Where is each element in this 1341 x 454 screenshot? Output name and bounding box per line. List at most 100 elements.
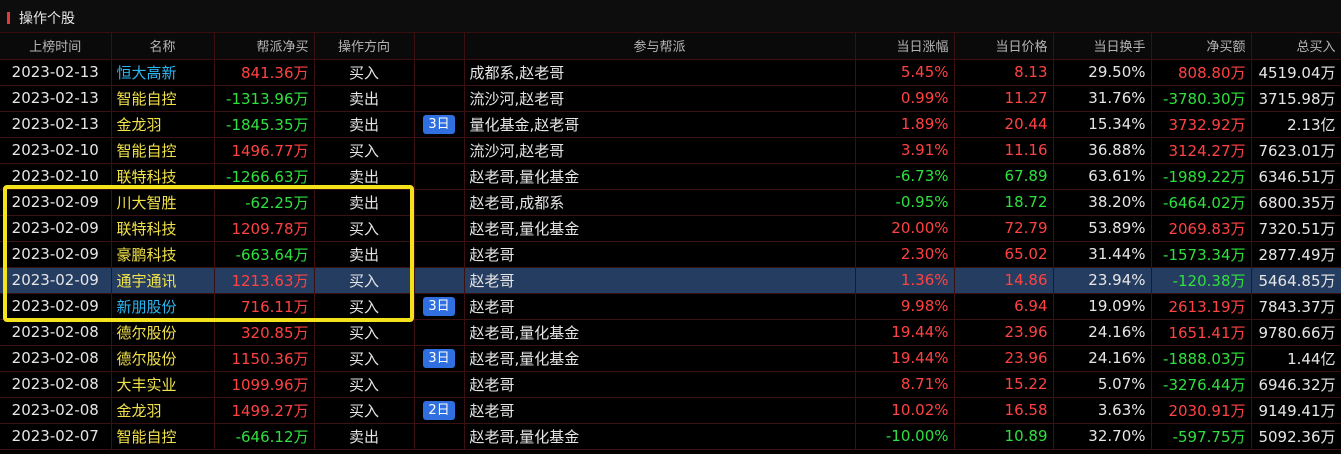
cell-net-buy: -1573.34万	[1151, 241, 1252, 268]
cell-stock-name[interactable]: 联特科技	[111, 215, 215, 242]
panel-title: 操作个股	[19, 11, 75, 27]
cell-stock-name[interactable]: 德尔股份	[111, 319, 215, 346]
cell-date: 2023-02-09	[0, 267, 112, 294]
cell-total-buy: 6946.32万	[1251, 371, 1341, 398]
table-row[interactable]: 2023-02-08 德尔股份 320.85万 买入 赵老哥,量化基金 19.44% 23.…	[0, 319, 1341, 346]
table-row[interactable]: 2023-02-09 通宇通讯 1213.63万 买入 赵老哥 1.36% 14.86 23.…	[0, 267, 1341, 294]
cell-badge	[414, 267, 465, 294]
cell-date: 2023-02-08	[0, 371, 112, 398]
cell-change: 5.45%	[855, 59, 955, 86]
cell-change: 0.99%	[855, 85, 955, 112]
table-row[interactable]: 2023-02-08 德尔股份 1150.36万 买入 3日 赵老哥,量化基金 19.44%…	[0, 345, 1341, 372]
table-header-row: 上榜时间 名称 帮派净买 操作方向 参与帮派 当日涨幅 当日价格 当日换手 净买…	[0, 33, 1341, 60]
cell-total-buy: 9149.41万	[1251, 397, 1341, 424]
cell-stock-name[interactable]: 新朋股份	[111, 293, 215, 320]
day-count-badge[interactable]: 3日	[423, 115, 455, 134]
table-row[interactable]: 2023-02-09 新朋股份 716.11万 买入 3日 赵老哥 9.98% 6.94 19.…	[0, 293, 1341, 320]
cell-price: 18.72	[954, 189, 1054, 216]
col-header-name[interactable]: 名称	[111, 33, 215, 60]
table-row[interactable]: 2023-02-09 豪鹏科技 -663.64万 卖出 赵老哥 2.30% 65.02 31.…	[0, 241, 1341, 268]
cell-price: 16.58	[954, 397, 1054, 424]
cell-direction: 买入	[314, 267, 415, 294]
cell-gang-net-buy: 320.85万	[214, 319, 315, 346]
col-header-gangs[interactable]: 参与帮派	[464, 33, 856, 60]
cell-badge: 3日	[414, 293, 465, 320]
cell-change: 3.91%	[855, 137, 955, 164]
cell-badge	[414, 189, 465, 216]
cell-change: 19.44%	[855, 319, 955, 346]
cell-gangs: 赵老哥,成都系	[464, 189, 856, 216]
day-count-badge[interactable]: 3日	[423, 297, 455, 316]
cell-total-buy: 7320.51万	[1251, 215, 1341, 242]
table-row[interactable]: 2023-02-08 金龙羽 1499.27万 买入 2日 赵老哥 10.02% 16.58 3…	[0, 397, 1341, 424]
cell-badge	[414, 59, 465, 86]
cell-stock-name[interactable]: 智能自控	[111, 423, 215, 450]
table-row[interactable]: 2023-02-08 大丰实业 1099.96万 买入 赵老哥 8.71% 15.22 5.0…	[0, 371, 1341, 398]
col-header-date[interactable]: 上榜时间	[0, 33, 112, 60]
cell-change: 10.02%	[855, 397, 955, 424]
table-row[interactable]: 2023-02-10 智能自控 1496.77万 买入 流沙河,赵老哥 3.91% 11.1…	[0, 137, 1341, 164]
col-header-net-buy[interactable]: 净买额	[1151, 33, 1252, 60]
table-row[interactable]: 2023-02-09 川大智胜 -62.25万 卖出 赵老哥,成都系 -0.95% 18.7…	[0, 189, 1341, 216]
cell-net-buy: 1651.41万	[1151, 319, 1252, 346]
cell-net-buy: -120.38万	[1151, 267, 1252, 294]
cell-turnover: 15.34%	[1053, 111, 1152, 138]
cell-total-buy: 2877.49万	[1251, 241, 1341, 268]
cell-badge	[414, 371, 465, 398]
cell-stock-name[interactable]: 恒大高新	[111, 59, 215, 86]
cell-stock-name[interactable]: 联特科技	[111, 163, 215, 190]
col-header-change[interactable]: 当日涨幅	[855, 33, 955, 60]
cell-stock-name[interactable]: 川大智胜	[111, 189, 215, 216]
table-row[interactable]: 2023-02-13 恒大高新 841.36万 买入 成都系,赵老哥 5.45% 8.13 2…	[0, 59, 1341, 86]
col-header-direction[interactable]: 操作方向	[314, 33, 415, 60]
cell-stock-name[interactable]: 智能自控	[111, 85, 215, 112]
cell-stock-name[interactable]: 智能自控	[111, 137, 215, 164]
cell-stock-name[interactable]: 金龙羽	[111, 111, 215, 138]
cell-date: 2023-02-09	[0, 215, 112, 242]
cell-net-buy: 3124.27万	[1151, 137, 1252, 164]
col-header-price[interactable]: 当日价格	[954, 33, 1054, 60]
cell-date: 2023-02-08	[0, 397, 112, 424]
cell-price: 20.44	[954, 111, 1054, 138]
cell-change: -6.73%	[855, 163, 955, 190]
col-header-total-buy[interactable]: 总买入	[1251, 33, 1341, 60]
cell-total-buy: 5464.85万	[1251, 267, 1341, 294]
cell-stock-name[interactable]: 大丰实业	[111, 371, 215, 398]
col-header-gang-net-buy[interactable]: 帮派净买	[214, 33, 315, 60]
table-row[interactable]: 2023-02-13 智能自控 -1313.96万 卖出 流沙河,赵老哥 0.99% 11.…	[0, 85, 1341, 112]
cell-stock-name[interactable]: 金龙羽	[111, 397, 215, 424]
cell-gang-net-buy: 1209.78万	[214, 215, 315, 242]
day-count-badge[interactable]: 2日	[423, 401, 455, 420]
cell-date: 2023-02-09	[0, 241, 112, 268]
cell-stock-name[interactable]: 德尔股份	[111, 345, 215, 372]
cell-total-buy: 1.44亿	[1251, 345, 1341, 372]
cell-change: 1.89%	[855, 111, 955, 138]
cell-total-buy: 4519.04万	[1251, 59, 1341, 86]
cell-badge	[414, 137, 465, 164]
cell-turnover: 36.88%	[1053, 137, 1152, 164]
cell-gangs: 赵老哥,量化基金	[464, 423, 856, 450]
cell-gangs: 赵老哥,量化基金	[464, 319, 856, 346]
cell-total-buy: 3715.98万	[1251, 85, 1341, 112]
cell-badge	[414, 215, 465, 242]
table-row[interactable]: 2023-02-09 联特科技 1209.78万 买入 赵老哥,量化基金 20.00% 72…	[0, 215, 1341, 242]
cell-gang-net-buy: 1499.27万	[214, 397, 315, 424]
cell-date: 2023-02-08	[0, 319, 112, 346]
cell-date: 2023-02-13	[0, 59, 112, 86]
day-count-badge[interactable]: 3日	[423, 349, 455, 368]
table-row[interactable]: 2023-02-10 联特科技 -1266.63万 卖出 赵老哥,量化基金 -6.73% 6…	[0, 163, 1341, 190]
cell-direction: 卖出	[314, 111, 415, 138]
table-row[interactable]: 2023-02-07 智能自控 -646.12万 卖出 赵老哥,量化基金 -10.00% 1…	[0, 423, 1341, 450]
cell-turnover: 19.09%	[1053, 293, 1152, 320]
cell-gang-net-buy: -1266.63万	[214, 163, 315, 190]
cell-net-buy: -1989.22万	[1151, 163, 1252, 190]
cell-turnover: 24.16%	[1053, 319, 1152, 346]
cell-change: 19.44%	[855, 345, 955, 372]
cell-stock-name[interactable]: 豪鹏科技	[111, 241, 215, 268]
cell-price: 72.79	[954, 215, 1054, 242]
cell-direction: 卖出	[314, 189, 415, 216]
cell-date: 2023-02-13	[0, 111, 112, 138]
cell-stock-name[interactable]: 通宇通讯	[111, 267, 215, 294]
table-row[interactable]: 2023-02-13 金龙羽 -1845.35万 卖出 3日 量化基金,赵老哥 1.89% 2…	[0, 111, 1341, 138]
col-header-turnover[interactable]: 当日换手	[1053, 33, 1152, 60]
